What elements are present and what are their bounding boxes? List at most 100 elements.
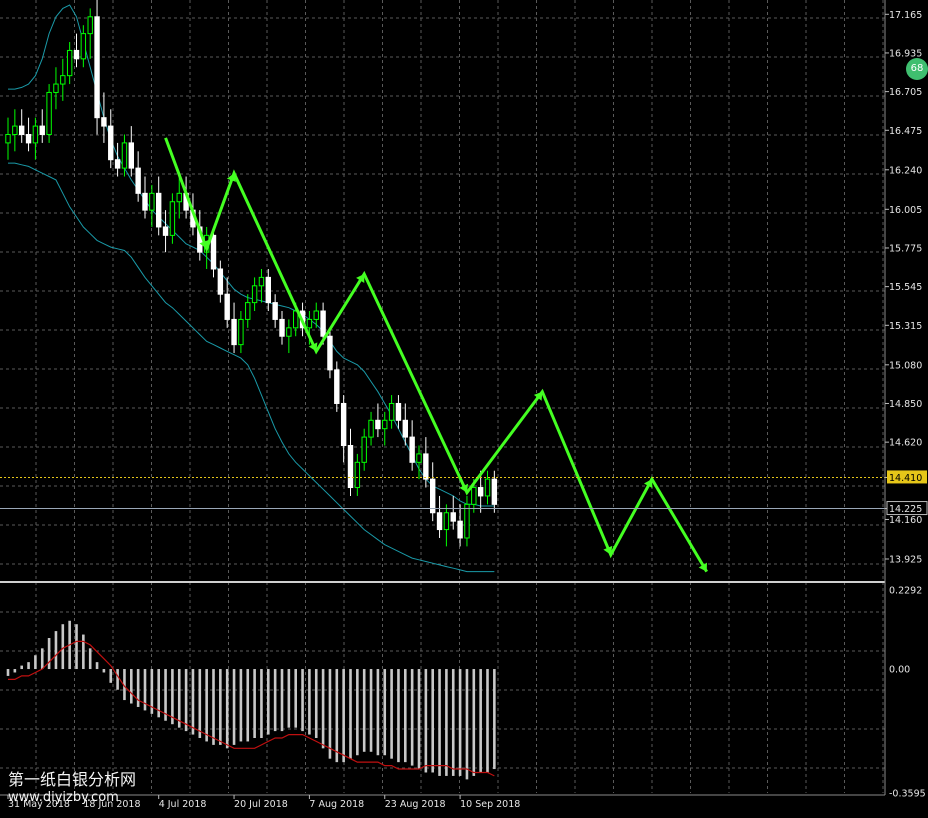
candle-body [94, 16, 100, 119]
macd-bar [212, 669, 215, 745]
ytick-label: 14.160 [889, 515, 922, 526]
macd-bar [225, 669, 229, 749]
candle-body [217, 268, 224, 295]
xtick-label: 7 Aug 2018 [309, 799, 364, 810]
macd-bar [102, 669, 106, 673]
macd-bar [417, 669, 421, 770]
macd-bar [301, 669, 304, 732]
macd-bar [314, 669, 318, 738]
candle-body [306, 318, 313, 329]
macd-bar [328, 669, 332, 759]
ytick-label: 15.080 [889, 360, 922, 371]
macd-bar [397, 669, 400, 763]
macd-bar [273, 669, 277, 732]
candle-body [388, 402, 395, 421]
candle-body [464, 503, 470, 539]
indicator-badge[interactable]: 68 [906, 58, 928, 80]
macd-bar [191, 669, 195, 735]
macd-bar [198, 669, 202, 738]
macd-bar [383, 669, 387, 756]
candle-body [162, 226, 169, 236]
candle-body [334, 369, 340, 404]
candle-body [53, 83, 59, 93]
macd-bar [349, 669, 352, 759]
macd-bar [451, 669, 455, 776]
macd-bar [376, 669, 380, 756]
candle-body [210, 234, 217, 270]
candle-body [5, 133, 11, 144]
macd-bar [75, 624, 78, 670]
macd-bar [47, 638, 51, 670]
candle-body [484, 478, 491, 497]
candle-body [121, 142, 128, 169]
macd-bar [479, 669, 482, 773]
macd-ytick-label: -0.3595 [889, 789, 926, 800]
macd-bar [232, 669, 236, 745]
macd-bar [20, 665, 23, 670]
candle-body [25, 133, 32, 144]
macd-bar [287, 669, 291, 728]
candle-body [402, 419, 409, 438]
candle-body [450, 512, 456, 522]
candle-body [238, 318, 244, 346]
candle-body [423, 453, 429, 480]
macd-bar [369, 669, 373, 752]
macd-bar [410, 669, 414, 766]
macd-bar [61, 624, 65, 670]
macd-bar [458, 669, 462, 776]
candle-body [32, 125, 39, 144]
candle-body [156, 192, 162, 228]
candle-body [491, 478, 498, 505]
macd-bar [88, 648, 92, 670]
macd-bar [445, 669, 448, 776]
candle-body [457, 520, 463, 539]
macd-bar [294, 669, 297, 728]
candle-body [169, 201, 176, 236]
candle-body [135, 167, 141, 194]
macd-bar [321, 669, 325, 749]
candle-body [142, 192, 148, 211]
macd-bar [356, 669, 359, 756]
macd-bar [472, 669, 476, 776]
candle-body [313, 310, 319, 320]
candle-body [409, 436, 415, 463]
candle-body [251, 285, 258, 304]
candle-body [347, 445, 354, 489]
macd-bar [184, 669, 188, 732]
candle-body [60, 75, 66, 85]
candle-body [368, 419, 374, 438]
candle-body [114, 159, 121, 169]
macd-bar [27, 662, 30, 670]
candle-body [471, 487, 477, 505]
macd-ytick-label: 0.2292 [889, 586, 922, 597]
macd-bar [40, 648, 44, 670]
ytick-label: 14.225 [889, 504, 922, 515]
ytick-label: 16.475 [889, 126, 922, 137]
candle-body [258, 276, 265, 287]
macd-bar [404, 669, 407, 763]
candle-body [375, 419, 381, 430]
macd-bar [34, 655, 37, 670]
macd-bar [465, 669, 469, 780]
macd-bar [54, 631, 58, 670]
ytick-label: 16.240 [889, 165, 922, 176]
xtick-label: 10 Sep 2018 [460, 799, 520, 810]
candle-body [19, 125, 25, 135]
candle-body [327, 335, 333, 371]
macd-bar [267, 669, 270, 735]
candle-body [443, 512, 450, 531]
candle-body [231, 318, 237, 346]
candle-body [149, 192, 155, 211]
macd-bar [253, 669, 256, 738]
macd-bar [136, 669, 140, 707]
ytick-label: 16.005 [889, 205, 922, 216]
candle-body [224, 293, 230, 320]
macd-bar [239, 669, 243, 742]
candle-body [320, 310, 326, 337]
candle-body [340, 402, 347, 447]
macd-bar [342, 669, 345, 763]
macd-bar [219, 669, 222, 745]
ytick-label: 15.315 [889, 321, 922, 332]
macd-ytick-label: 0.00 [889, 665, 910, 676]
candle-body [66, 49, 73, 77]
